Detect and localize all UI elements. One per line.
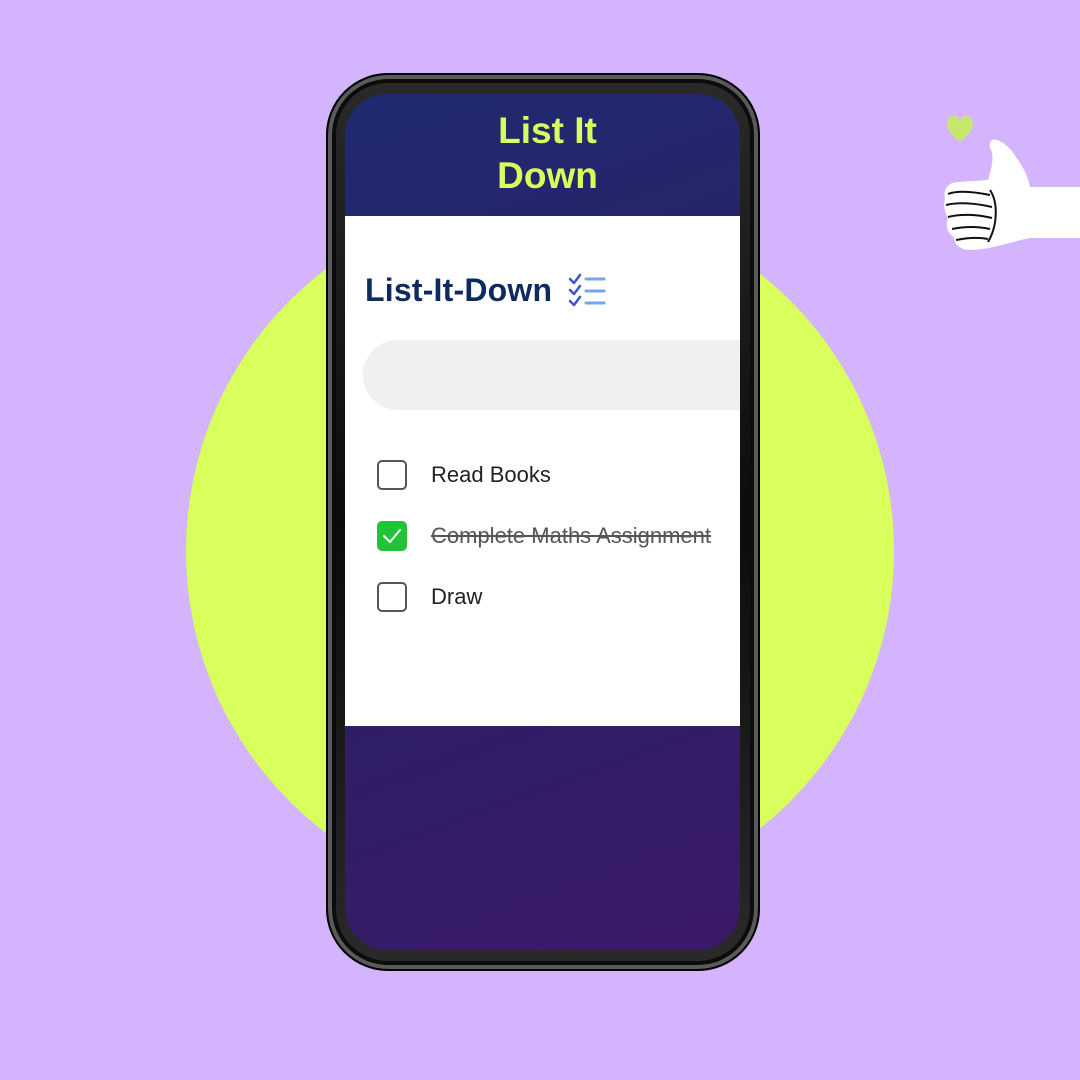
todo-panel: List-It-Down Read Books Complete Maths A… — [345, 216, 740, 726]
task-checkbox-checked[interactable] — [377, 521, 407, 551]
list-item[interactable]: Draw — [377, 580, 711, 614]
task-checkbox[interactable] — [377, 460, 407, 490]
page-title: List-It-Down — [365, 272, 553, 308]
heading-row: List-It-Down — [365, 272, 608, 309]
list-item[interactable]: Complete Maths Assignment — [377, 519, 711, 553]
task-label: Read Books — [431, 462, 551, 487]
heart-icon — [947, 115, 973, 142]
task-input[interactable] — [363, 340, 740, 410]
task-label: Complete Maths Assignment — [431, 523, 712, 548]
list-item[interactable]: Read Books — [377, 458, 711, 492]
phone-screen: List It Down List-It-Down Read Books Com… — [345, 94, 740, 950]
thumbs-up-icon — [944, 115, 1080, 250]
checklist-icon — [569, 273, 606, 306]
checkmark-icon — [383, 529, 401, 543]
task-list: Read Books Complete Maths Assignment Dra… — [377, 458, 711, 641]
app-header-title: List It Down — [497, 110, 598, 196]
task-label: Draw — [431, 584, 483, 609]
task-checkbox[interactable] — [377, 582, 407, 612]
